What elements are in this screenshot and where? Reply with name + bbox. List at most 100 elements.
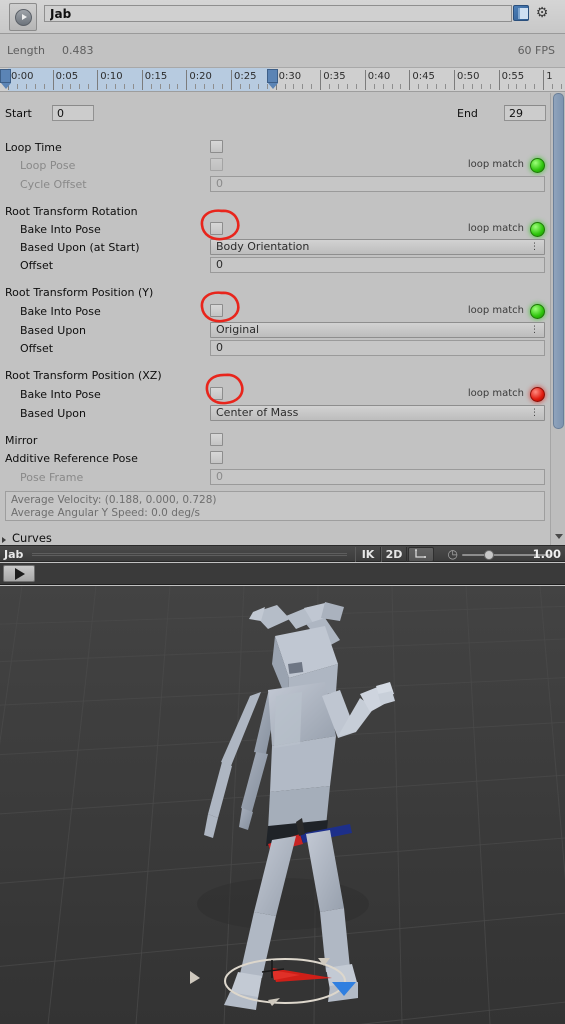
loop-time-label: Loop Time	[5, 141, 62, 154]
ruler-subtick	[382, 84, 384, 89]
scrollbar-thumb[interactable]	[553, 93, 564, 429]
root-position-xz-bake-label: Bake Into Pose	[20, 388, 101, 401]
clip-name-input[interactable]	[44, 5, 512, 22]
loop-time-checkbox[interactable]	[210, 140, 223, 153]
ruler-subtick	[552, 84, 554, 89]
speed-slider-knob[interactable]	[484, 550, 494, 560]
ruler-subtick	[70, 84, 72, 89]
root-position-y-based-upon-value: Original	[216, 323, 260, 336]
ruler-subtick	[25, 84, 27, 89]
root-position-xz-based-upon-label: Based Upon	[20, 407, 86, 420]
animation-preview-viewport[interactable]	[0, 586, 565, 1024]
toolbar-divider	[32, 553, 347, 556]
clip-name-bar: ⚙	[0, 0, 565, 34]
ruler-subtick	[34, 84, 36, 89]
average-angular-speed-text: Average Angular Y Speed: 0.0 deg/s	[11, 506, 200, 519]
ruler-subtick	[489, 84, 491, 89]
gear-icon[interactable]: ⚙	[534, 5, 550, 21]
range-start-handle[interactable]	[0, 69, 11, 89]
ruler-tick	[320, 70, 322, 90]
curves-foldout-arrow[interactable]	[2, 537, 6, 543]
row-root-position-y-offset: Offset 0	[0, 340, 548, 358]
chevron-updown-icon: ⋮	[530, 325, 539, 335]
ruler-subtick	[222, 84, 224, 89]
timeline-ruler[interactable]: 0:00 0:05 0:10 0:15 0:20 0:25 0:30 0:35 0:40 0:45…	[0, 68, 565, 92]
ruler-tick-label: 0:25	[234, 71, 257, 82]
ruler-subtick	[159, 84, 161, 89]
root-position-y-bake-checkbox[interactable]	[210, 304, 223, 317]
ruler-subtick	[338, 84, 340, 89]
row-root-rotation-offset: Offset 0	[0, 257, 548, 275]
ruler-subtick	[329, 84, 331, 89]
root-rotation-based-upon-value: Body Orientation	[216, 240, 310, 253]
ruler-subtick	[471, 84, 473, 89]
inspector-scrollbar[interactable]	[550, 93, 565, 545]
ik-toggle-button[interactable]: IK	[355, 547, 381, 562]
root-rotation-offset-field[interactable]: 0	[210, 257, 545, 273]
row-start-end: Start End	[0, 105, 548, 123]
pivot-axis-icon[interactable]	[408, 547, 434, 562]
pose-frame-field[interactable]: 0	[210, 469, 545, 485]
mirror-label: Mirror	[5, 434, 38, 447]
root-rotation-bake-checkbox[interactable]	[210, 222, 223, 235]
mirror-checkbox[interactable]	[210, 433, 223, 446]
average-velocity-text: Average Velocity: (0.188, 0.000, 0.728)	[11, 494, 217, 506]
range-end-handle[interactable]	[267, 69, 278, 89]
row-root-rotation-based-upon: Based Upon (at Start) Body Orientation ⋮	[0, 239, 548, 257]
root-position-xz-bake-checkbox[interactable]	[210, 387, 223, 400]
end-input[interactable]	[504, 105, 546, 121]
ruler-subtick	[400, 84, 402, 89]
ruler-subtick	[373, 84, 375, 89]
speed-value: 1.00	[532, 547, 561, 561]
row-loop-pose: Loop Pose loop match	[0, 157, 548, 175]
ruler-tick	[186, 70, 188, 90]
ruler-tick-label: 0:05	[55, 71, 79, 82]
ruler-tick-label: 0:35	[323, 71, 346, 82]
ruler-subtick	[213, 84, 215, 89]
reference-manual-icon[interactable]	[513, 5, 529, 21]
ruler-subtick	[516, 84, 518, 89]
ruler-tick-label: 0:30	[278, 71, 302, 82]
root-rotation-bake-label: Bake Into Pose	[20, 223, 101, 236]
root-position-y-offset-field[interactable]: 0	[210, 340, 545, 356]
loop-match-led-loop	[530, 158, 545, 173]
root-position-xz-based-upon-dropdown[interactable]: Center of Mass ⋮	[210, 405, 545, 421]
scroll-down-arrow-icon[interactable]	[555, 534, 563, 539]
loop-pose-checkbox[interactable]	[210, 158, 223, 171]
root-rotation-based-upon-dropdown[interactable]: Body Orientation ⋮	[210, 239, 545, 255]
root-position-xz-section-label: Root Transform Position (XZ)	[5, 369, 162, 382]
curves-label[interactable]: Curves	[12, 531, 52, 545]
additive-reference-pose-checkbox[interactable]	[210, 451, 223, 464]
clip-settings-panel: Start End Loop Time Loop Pose loop match…	[0, 93, 565, 545]
ruler-subtick	[507, 84, 509, 89]
start-label: Start	[5, 107, 32, 120]
row-root-position-xz-bake: Bake Into Pose loop match	[0, 386, 548, 404]
ruler-subtick	[239, 84, 241, 89]
2d-toggle-button[interactable]: 2D	[381, 547, 407, 562]
ruler-subtick	[43, 84, 45, 89]
ruler-subtick	[115, 84, 117, 89]
root-position-xz-based-upon-value: Center of Mass	[216, 406, 299, 419]
ruler-subtick	[418, 84, 420, 89]
ruler-tick	[364, 70, 366, 90]
ruler-subtick	[106, 84, 108, 89]
pose-frame-label: Pose Frame	[20, 471, 84, 484]
root-position-y-based-upon-dropdown[interactable]: Original ⋮	[210, 322, 545, 338]
root-position-y-based-upon-label: Based Upon	[20, 324, 86, 337]
cycle-offset-field[interactable]: 0	[210, 176, 545, 192]
start-input[interactable]	[52, 105, 94, 121]
preview-play-row	[0, 563, 565, 585]
chevron-updown-icon: ⋮	[530, 408, 539, 418]
ruler-subtick	[293, 84, 295, 89]
play-icon[interactable]	[3, 565, 35, 582]
row-root-position-y-header: Root Transform Position (Y)	[0, 284, 548, 302]
ruler-subtick	[355, 84, 357, 89]
cycle-offset-label: Cycle Offset	[20, 178, 87, 191]
playback-speed-clock-icon: ◷	[447, 547, 458, 561]
ruler-subtick	[534, 84, 536, 89]
ruler-subtick	[79, 84, 81, 89]
ruler-tick	[498, 70, 500, 90]
ruler-subtick	[311, 84, 313, 89]
row-root-rotation-bake: Bake Into Pose loop match	[0, 221, 548, 239]
ruler-subtick	[150, 84, 152, 89]
